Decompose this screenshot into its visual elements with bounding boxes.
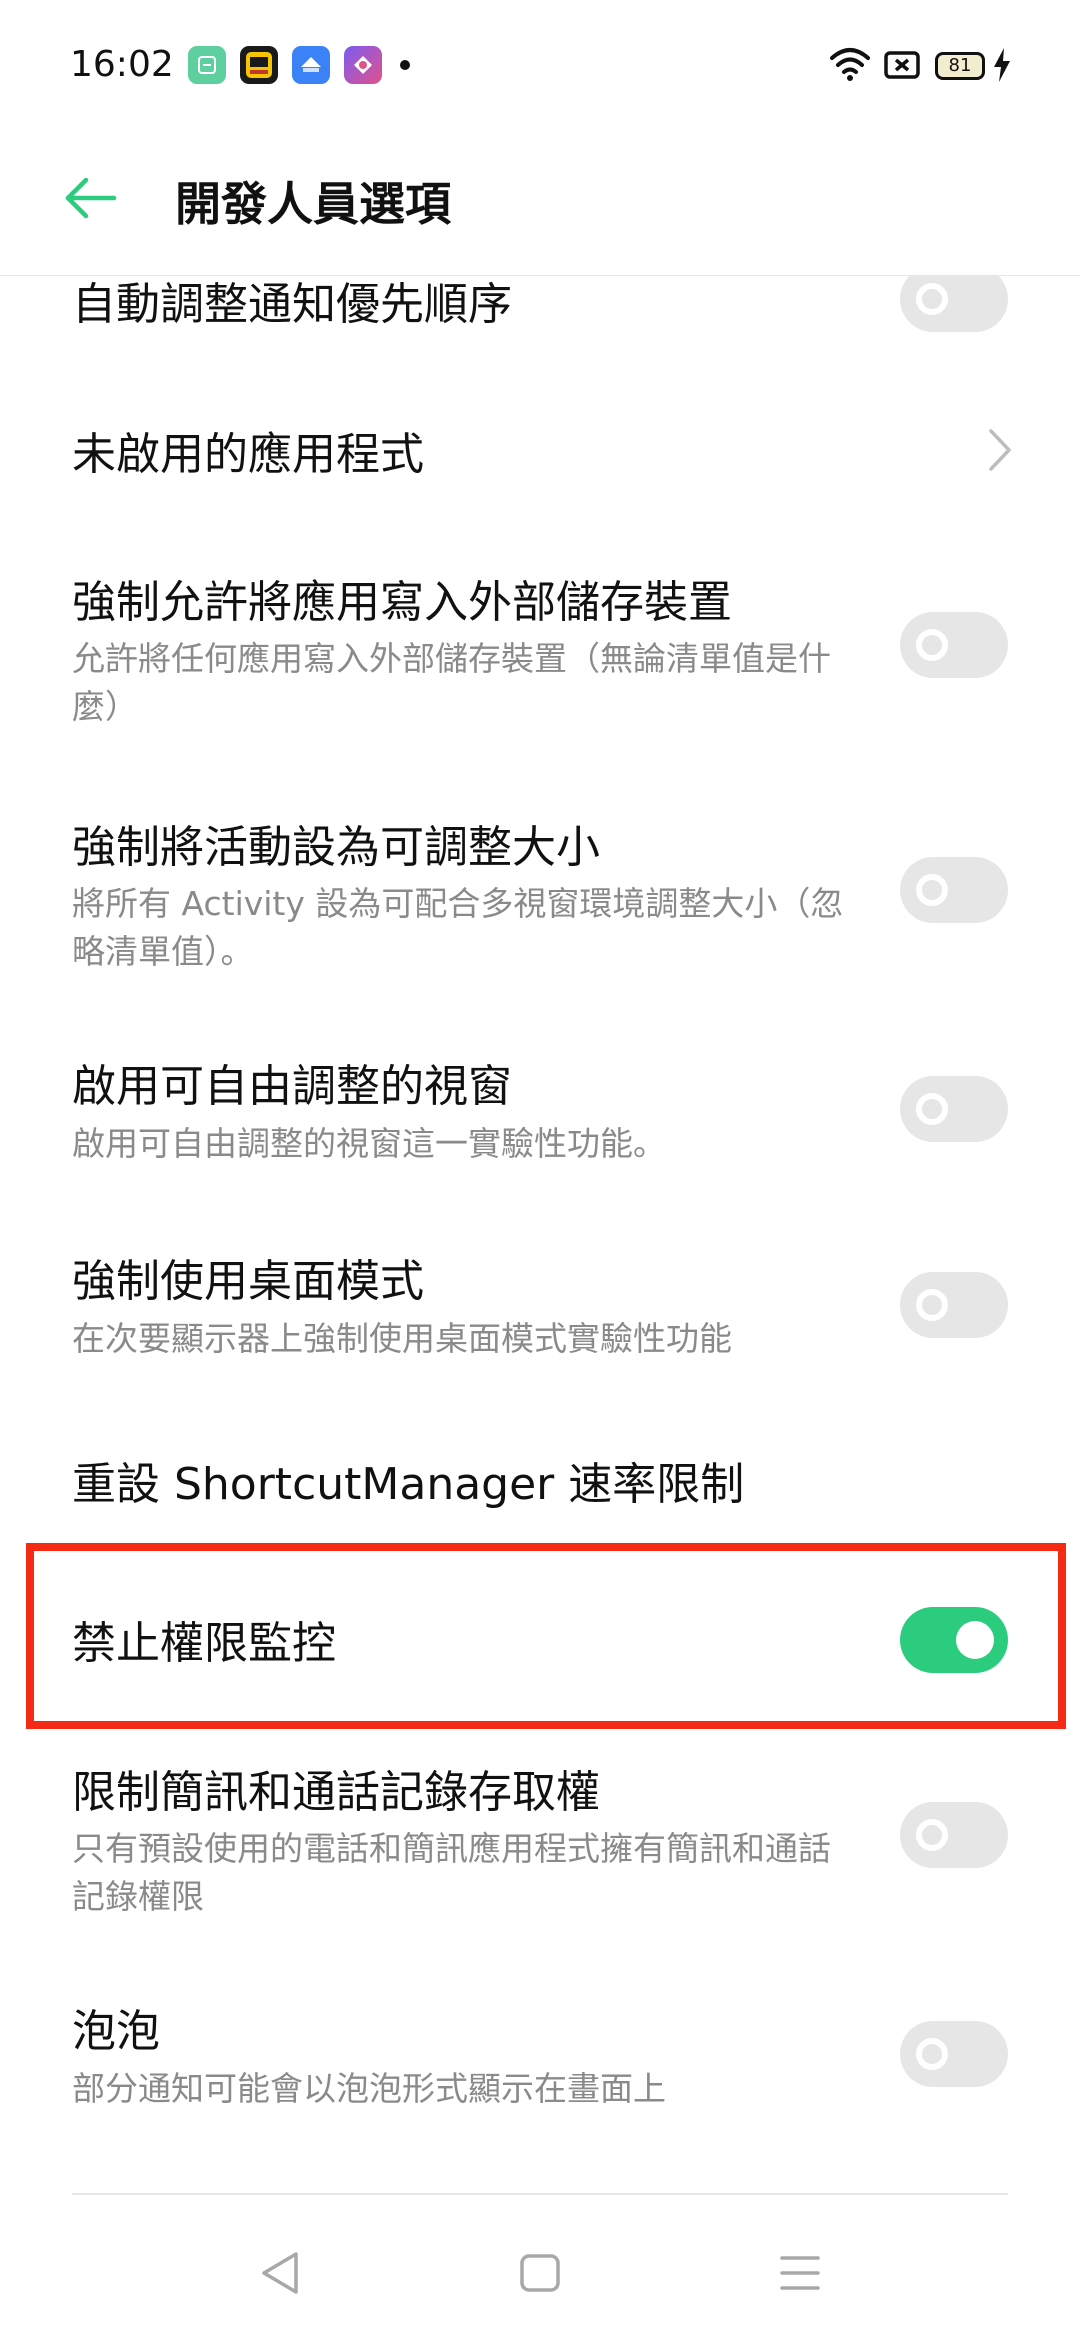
item-title: 強制使用桌面模式 (72, 1256, 424, 1307)
sim-x-icon (884, 51, 920, 79)
navigation-bar (0, 2200, 1080, 2340)
item-subtitle: 在次要顯示器上強制使用桌面模式實驗性功能 (72, 1319, 732, 1358)
toggle-switch[interactable] (900, 2021, 1008, 2087)
status-time: 16:02 (70, 44, 174, 85)
highlight-box (26, 1543, 1066, 1729)
app-icon-purple (344, 46, 382, 84)
list-item-inactive-apps[interactable]: 未啟用的應用程式 (0, 400, 1080, 500)
item-subtitle: 只有預設使用的電話和簡訊應用程式擁有簡訊和通話記錄權限 (72, 1829, 831, 1916)
item-title: 強制允許將應用寫入外部儲存裝置 (72, 577, 732, 628)
toggle-switch[interactable] (900, 857, 1008, 923)
list-item-force-external-storage[interactable]: 強制允許將應用寫入外部儲存裝置 允許將任何應用寫入外部儲存裝置（無論清單值是什麼… (0, 560, 1080, 740)
item-title: 未啟用的應用程式 (72, 429, 424, 480)
toggle-knob (916, 1819, 948, 1851)
item-subtitle: 將所有 Activity 設為可配合多視窗環境調整大小（忽略清單值）。 (72, 884, 844, 971)
item-subtitle: 啟用可自由調整的視窗這一實驗性功能。 (72, 1124, 666, 1163)
app-icon-sohu (240, 46, 278, 84)
toggle-switch[interactable] (900, 1272, 1008, 1338)
back-arrow-icon[interactable] (60, 168, 120, 228)
home-square-icon[interactable] (510, 2248, 570, 2298)
toggle-switch[interactable] (900, 1076, 1008, 1142)
list-item-reset-shortcut-manager[interactable]: 重設 ShortcutManager 速率限制 (0, 1440, 1080, 1520)
toggle-switch[interactable] (900, 612, 1008, 678)
status-bar: 16:02 81 (0, 0, 1080, 130)
item-title: 啟用可自由調整的視窗 (72, 1061, 512, 1112)
list-item-freeform-windows[interactable]: 啟用可自由調整的視窗 啟用可自由調整的視窗這一實驗性功能。 (0, 1050, 1080, 1180)
app-icon-green (188, 46, 226, 84)
divider (72, 2193, 1008, 2195)
toggle-switch[interactable] (900, 1802, 1008, 1868)
back-triangle-icon[interactable] (250, 2248, 310, 2298)
toggle-knob (916, 283, 948, 315)
wifi-icon (830, 48, 870, 81)
app-bar: 開發人員選項 (0, 130, 1080, 276)
list-item-bubbles[interactable]: 泡泡 部分通知可能會以泡泡形式顯示在畫面上 (0, 1995, 1080, 2125)
item-title: 自動調整通知優先順序 (72, 279, 512, 330)
toggle-knob (916, 1093, 948, 1125)
menu-lines-icon[interactable] (770, 2248, 830, 2298)
toggle-knob (916, 2038, 948, 2070)
battery-icon: 81 (935, 52, 985, 80)
charging-icon (994, 48, 1010, 82)
toggle-knob (916, 874, 948, 906)
item-subtitle: 部分通知可能會以泡泡形式顯示在畫面上 (72, 2069, 666, 2108)
toggle-knob (916, 629, 948, 661)
app-icon-blue (292, 46, 330, 84)
item-title: 泡泡 (72, 2006, 160, 2057)
page-title: 開發人員選項 (175, 177, 451, 231)
list-item-force-desktop-mode[interactable]: 強制使用桌面模式 在次要顯示器上強制使用桌面模式實驗性功能 (0, 1245, 1080, 1375)
item-subtitle: 允許將任何應用寫入外部儲存裝置（無論清單值是什麼） (72, 639, 831, 726)
item-title: 重設 ShortcutManager 速率限制 (72, 1459, 745, 1510)
item-title: 限制簡訊和通話記錄存取權 (72, 1767, 600, 1818)
list-item-force-resizable[interactable]: 強制將活動設為可調整大小 將所有 Activity 設為可配合多視窗環境調整大小… (0, 805, 1080, 985)
toggle-knob (916, 1289, 948, 1321)
settings-list: 自動調整通知優先順序 未啟用的應用程式 強制允許將應用寫入外部儲存裝置 允許將任… (0, 0, 1080, 2340)
item-title: 強制將活動設為可調整大小 (72, 822, 600, 873)
notification-dot-icon (400, 60, 410, 70)
list-item-restrict-sms-call-log[interactable]: 限制簡訊和通話記錄存取權 只有預設使用的電話和簡訊應用程式擁有簡訊和通話記錄權限 (0, 1750, 1080, 1930)
chevron-right-icon (989, 429, 1011, 471)
